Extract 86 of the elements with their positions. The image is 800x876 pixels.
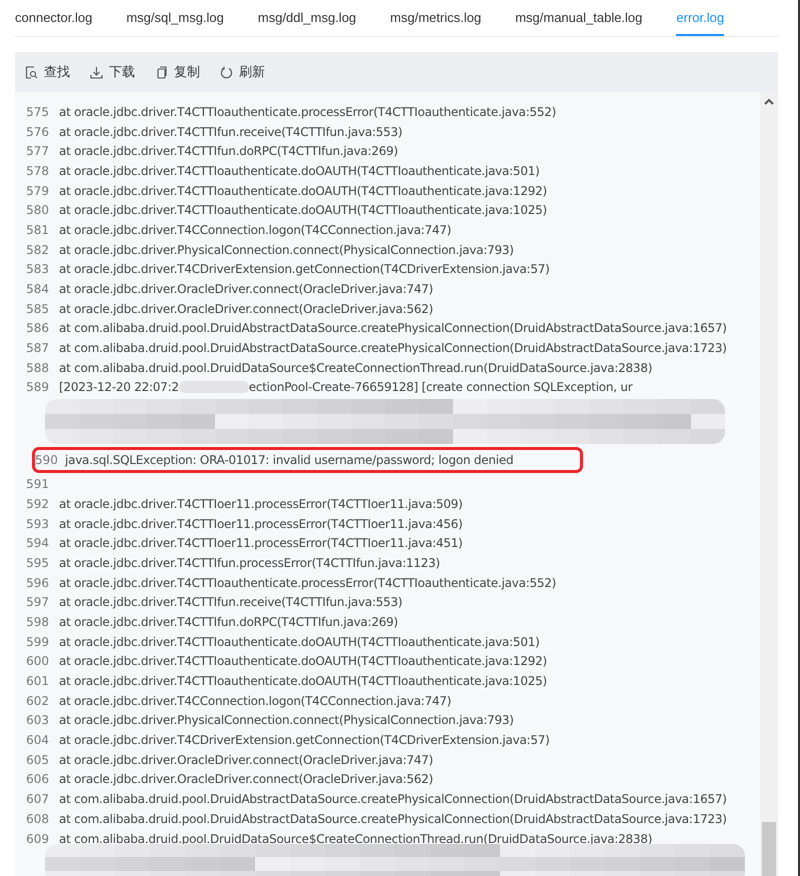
- line-number: 588: [25, 360, 50, 375]
- log-tab[interactable]: msg/manual_table.log: [515, 0, 642, 36]
- log-text: at oracle.jdbc.driver.T4CTTIoauthenticate.doOAUTH(T4CTTIoauthenticate.java:1025): [59, 203, 547, 218]
- copy-icon: [155, 66, 168, 78]
- line-number: 577: [25, 144, 50, 158]
- line-number: 599: [25, 634, 50, 649]
- line-number: 602: [25, 694, 50, 708]
- log-text: at oracle.jdbc.driver.T4CTTIoer11.processError(T4CTTIoer11.java:451): [59, 536, 463, 550]
- log-text: at com.alibaba.druid.pool.DruidDataSource$CreateConnectionThread.run(DruidDataSource.java:2838): [59, 360, 652, 375]
- line-number: 597: [25, 595, 50, 610]
- line-number: 587: [25, 341, 50, 356]
- log-text: at com.alibaba.druid.pool.DruidAbstractDataSource.createPhysicalConnection(DruidAbstractDataSource.java:1657): [59, 321, 727, 336]
- log-text: at com.alibaba.druid.pool.DruidAbstractDataSource.createPhysicalConnection(DruidAbstractDataSource.java:1723): [59, 341, 727, 356]
- line-number: 576: [25, 124, 50, 139]
- log-text: at oracle.jdbc.driver.T4CTTIoauthenticate.doOAUTH(T4CTTIoauthenticate.java:1292): [59, 184, 547, 198]
- line-number: 594: [25, 536, 50, 550]
- log-text: at oracle.jdbc.driver.T4CTTIfun.receive(T4CTTIfun.java:553): [59, 595, 402, 610]
- search-icon: [25, 66, 38, 78]
- log-text: at oracle.jdbc.driver.OracleDriver.connect(OracleDriver.java:562): [59, 772, 434, 786]
- line-number: 600: [25, 654, 50, 668]
- log-text: java.sql.SQLException: ORA-01017: invalid username/password; logon denied: [65, 453, 514, 468]
- line-number: 581: [25, 222, 50, 237]
- line-number: 606: [25, 772, 50, 786]
- refresh-icon: [220, 66, 233, 78]
- line-number: 578: [25, 164, 50, 178]
- log-text: at oracle.jdbc.driver.PhysicalConnection.connect(PhysicalConnection.java:793): [59, 713, 514, 728]
- log-text: at com.alibaba.druid.pool.DruidDataSource$CreateConnectionThread.run(DruidDataSource.java:2838): [59, 832, 652, 846]
- line-number: 605: [25, 752, 50, 767]
- log-text: at oracle.jdbc.driver.T4CTTIoauthenticate.processError(T4CTTIoauthenticate.java:552): [59, 104, 556, 119]
- log-text: at oracle.jdbc.driver.T4CTTIoauthenticate.doOAUTH(T4CTTIoauthenticate.java:501): [59, 634, 540, 649]
- line-number: 589: [25, 380, 50, 394]
- log-text: at oracle.jdbc.driver.T4CTTIoauthenticate.doOAUTH(T4CTTIoauthenticate.java:501): [59, 164, 540, 178]
- log-text: [2023-12-20 22:07:2: [59, 380, 179, 394]
- download-icon: [90, 66, 103, 78]
- line-number: 601: [25, 674, 50, 688]
- log-text: at oracle.jdbc.driver.T4CTTIoauthenticate.processError(T4CTTIoauthenticate.java:552): [59, 576, 556, 590]
- log-text: at oracle.jdbc.driver.T4CTTIoer11.processError(T4CTTIoer11.java:509): [59, 496, 463, 511]
- line-number: 575: [25, 104, 50, 119]
- log-tab[interactable]: msg/ddl_msg.log: [258, 0, 356, 36]
- scrollbar-thumb[interactable]: [762, 822, 776, 876]
- line-number: 603: [25, 713, 50, 728]
- log-tab[interactable]: connector.log: [15, 0, 92, 36]
- log-text: at oracle.jdbc.driver.T4CTTIoauthenticate.doOAUTH(T4CTTIoauthenticate.java:1025): [59, 674, 547, 688]
- toolbar-button[interactable]: 下载: [90, 63, 135, 81]
- toolbar-button[interactable]: 复制: [155, 63, 200, 81]
- scroll-up-icon[interactable]: [764, 98, 774, 105]
- log-text: ectionPool-Create-76659128] [create connection SQLException, ur: [248, 380, 632, 394]
- log-text: at oracle.jdbc.driver.T4CTTIfun.doRPC(T4CTTIfun.java:269): [59, 144, 398, 158]
- line-number: 595: [25, 556, 50, 570]
- line-number: 590: [35, 453, 59, 468]
- line-number: 609: [25, 832, 50, 846]
- log-text: at oracle.jdbc.driver.T4CDriverExtension.getConnection(T4CDriverExtension.java:57): [59, 733, 550, 748]
- line-number: 593: [25, 516, 50, 531]
- log-text: at oracle.jdbc.driver.T4CTTIfun.doRPC(T4CTTIfun.java:269): [59, 614, 398, 629]
- line-number: 579: [25, 184, 50, 198]
- line-number: 580: [25, 203, 50, 218]
- line-number: 592: [25, 496, 50, 511]
- log-text: at oracle.jdbc.driver.OracleDriver.connect(OracleDriver.java:562): [59, 302, 434, 316]
- line-number: 598: [25, 614, 50, 629]
- toolbar-button[interactable]: 查找: [25, 63, 70, 81]
- log-text: at com.alibaba.druid.pool.DruidAbstractDataSource.createPhysicalConnection(DruidAbstractDataSource.java:1723): [59, 812, 727, 826]
- log-text: at com.alibaba.druid.pool.DruidAbstractDataSource.createPhysicalConnection(DruidAbstractDataSource.java:1657): [59, 792, 727, 806]
- log-text: at oracle.jdbc.driver.OracleDriver.connect(OracleDriver.java:747): [59, 752, 434, 767]
- log-text: at oracle.jdbc.driver.T4CDriverExtension.getConnection(T4CDriverExtension.java:57): [59, 262, 550, 276]
- line-number: 586: [25, 321, 50, 336]
- log-text: at oracle.jdbc.driver.T4CTTIoauthenticate.doOAUTH(T4CTTIoauthenticate.java:1292): [59, 654, 547, 668]
- toolbar-button[interactable]: 刷新: [220, 63, 265, 81]
- log-text: at oracle.jdbc.driver.PhysicalConnection.connect(PhysicalConnection.java:793): [59, 242, 514, 257]
- line-number: 608: [25, 812, 50, 826]
- log-text: at oracle.jdbc.driver.T4CConnection.logon(T4CConnection.java:747): [59, 694, 452, 708]
- log-tab[interactable]: msg/sql_msg.log: [126, 0, 224, 36]
- line-number: 604: [25, 733, 50, 748]
- log-text: at oracle.jdbc.driver.T4CTTIoer11.processError(T4CTTIoer11.java:456): [59, 516, 463, 531]
- log-tab[interactable]: msg/metrics.log: [390, 0, 482, 36]
- line-number: 585: [25, 302, 50, 316]
- line-number: 607: [25, 792, 50, 806]
- log-text: at oracle.jdbc.driver.T4CConnection.logon(T4CConnection.java:747): [59, 222, 452, 237]
- log-text: at oracle.jdbc.driver.OracleDriver.connect(OracleDriver.java:747): [59, 282, 434, 296]
- line-number: 583: [25, 262, 50, 276]
- log-text: at oracle.jdbc.driver.T4CTTIfun.receive(T4CTTIfun.java:553): [59, 124, 402, 139]
- line-number: 582: [25, 242, 50, 257]
- log-text: at oracle.jdbc.driver.T4CTTIfun.processError(T4CTTIfun.java:1123): [59, 556, 440, 570]
- scrollbar[interactable]: [760, 92, 778, 876]
- line-number: 596: [25, 576, 50, 590]
- line-number: 591: [25, 477, 50, 492]
- line-number: 584: [25, 282, 50, 296]
